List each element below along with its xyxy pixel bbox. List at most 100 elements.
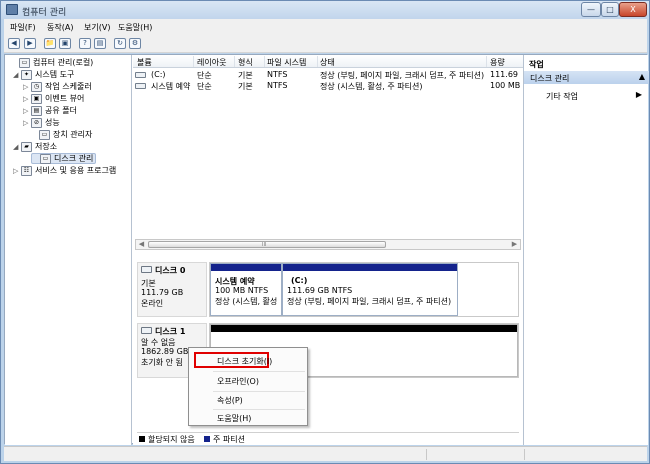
partition-status: 정상 (시스템, 활성 (215, 297, 278, 306)
layout-cell: 단순 (197, 82, 212, 91)
type-cell: 기본 (238, 82, 253, 91)
title-bar[interactable]: 컴퓨터 관리 — □ X (1, 1, 649, 19)
tree-item-storage[interactable]: ◢ ▰ 저장소 (13, 141, 57, 152)
primary-legend: 주 파티션 (213, 435, 245, 444)
drive-icon (135, 83, 146, 89)
scroll-right-icon[interactable]: ▶ (509, 240, 520, 249)
scroll-left-icon[interactable]: ◀ (136, 240, 147, 249)
partition-status: 정상 (부팅, 페이지 파일, 크래시 덤프, 주 파티션) (287, 297, 452, 306)
volume-cell: 시스템 예약 (151, 82, 191, 91)
actions-pane: 작업 디스크 관리 ▲ 기타 작업 ▶ (523, 55, 649, 445)
menu-separator (213, 409, 305, 410)
close-button[interactable]: X (619, 2, 647, 17)
tree-item-disk-management[interactable]: ▭ 디스크 관리 (31, 153, 97, 164)
capacity-cell: 100 MB (490, 81, 521, 90)
system-reserved-partition[interactable]: 시스템 예약 100 MB NTFS 정상 (시스템, 활성 (210, 263, 282, 316)
tree-item-event-viewer[interactable]: ▷ ▣ 이벤트 뷰어 (23, 93, 84, 104)
expand-icon[interactable]: ▷ (23, 83, 31, 91)
tree-item-services-applications[interactable]: ▷ ☷ 서비스 및 응용 프로그램 (13, 165, 116, 176)
actions-title: 작업 (529, 60, 544, 69)
tree-label: 저장소 (35, 142, 58, 151)
file-system-column[interactable]: 파일 시스템 (267, 57, 315, 68)
event-viewer-icon: ▣ (31, 93, 42, 104)
initialize-disk-menu-item[interactable]: 디스크 초기화(I) (217, 356, 272, 367)
back-icon[interactable]: ◀ (8, 38, 20, 49)
navigation-tree: ▭ 컴퓨터 관리(로컬) ◢ ✦ 시스템 도구 ▷ ◷ 작업 스케줄러 ▷ ▣ … (5, 55, 132, 445)
collapse-icon[interactable]: ▲ (639, 72, 645, 81)
tree-label: 작업 스케줄러 (45, 82, 92, 91)
status-divider (426, 449, 427, 460)
layout-column[interactable]: 레이아웃 (197, 57, 231, 68)
expand-icon[interactable]: ▷ (23, 119, 31, 127)
volume-table-header: 볼륨 레이아웃 형식 파일 시스템 상태 용량 (133, 55, 523, 68)
table-row[interactable]: 시스템 예약 단순 기본 NTFS 정상 (시스템, 활성, 주 파티션) 10… (133, 80, 523, 92)
capacity-column[interactable]: 용량 (490, 57, 523, 68)
minimize-button[interactable]: — (581, 2, 601, 17)
console-icon[interactable]: ▣ (59, 38, 71, 49)
collapse-icon[interactable]: ◢ (13, 143, 21, 151)
scroll-thumb[interactable]: III (148, 241, 386, 248)
services-icon: ☷ (21, 165, 32, 176)
drive-icon (135, 72, 146, 78)
expand-icon[interactable]: ▷ (23, 95, 31, 103)
tree-item-performance[interactable]: ▷ ⊘ 성능 (23, 117, 60, 128)
forward-icon[interactable]: ▶ (24, 38, 36, 49)
status-cell: 정상 (시스템, 활성, 주 파티션) (320, 82, 423, 91)
c-drive-partition[interactable]: (C:) 111.69 GB NTFS 정상 (부팅, 페이지 파일, 크래시 … (282, 263, 458, 316)
properties-icon[interactable]: ▤ (94, 38, 106, 49)
menu-bar: 파일(F) 동작(A) 보기(V) 도움말(H) (4, 19, 647, 34)
unallocated-band (211, 325, 517, 332)
menu-view[interactable]: 보기(V) (84, 22, 110, 33)
collapse-icon[interactable]: ◢ (13, 71, 21, 79)
disk-size: 1862.89 GB (141, 347, 189, 356)
context-menu: 디스크 초기화(I) 오프라인(O) 속성(P) 도움말(H) (188, 347, 308, 426)
tree-item-device-manager[interactable]: ▭ 장치 관리자 (31, 129, 92, 140)
menu-help[interactable]: 도움말(H) (118, 22, 152, 33)
disk-management-icon: ▭ (40, 153, 51, 164)
disk-0-partitions: 시스템 예약 100 MB NTFS 정상 (시스템, 활성 (C:) 111.… (209, 262, 519, 317)
primary-partition-band (283, 264, 457, 271)
menu-separator (213, 371, 305, 372)
expand-icon[interactable]: ▷ (23, 107, 31, 115)
more-actions[interactable]: 기타 작업 (546, 91, 578, 102)
disk-0-info[interactable]: 디스크 0 기본 111.79 GB 온라인 (137, 262, 207, 317)
folder-icon[interactable]: 📁 (44, 38, 56, 49)
partition-legend: 할당되지 않음 주 파티션 (137, 432, 519, 444)
settings-icon[interactable]: ⚙ (129, 38, 141, 49)
tree-label: 디스크 관리 (54, 154, 94, 163)
volume-column[interactable]: 볼륨 (137, 57, 191, 68)
help-icon[interactable]: ? (79, 38, 91, 49)
tree-item-computer-management[interactable]: ▭ 컴퓨터 관리(로컬) (11, 57, 93, 68)
refresh-icon[interactable]: ↻ (114, 38, 126, 49)
type-column[interactable]: 형식 (238, 57, 264, 68)
maximize-button[interactable]: □ (601, 2, 619, 17)
properties-menu-item[interactable]: 속성(P) (217, 395, 243, 406)
menu-action[interactable]: 동작(A) (47, 22, 73, 33)
arrow-right-icon[interactable]: ▶ (636, 90, 642, 99)
menu-file[interactable]: 파일(F) (10, 22, 36, 33)
help-menu-item[interactable]: 도움말(H) (217, 413, 251, 424)
computer-icon: ▭ (19, 57, 30, 68)
tree-item-task-scheduler[interactable]: ▷ ◷ 작업 스케줄러 (23, 81, 92, 92)
volume-cell: (C:) (151, 70, 166, 79)
tools-icon: ✦ (21, 69, 32, 80)
horizontal-scrollbar[interactable]: ◀ III ▶ (135, 239, 521, 250)
computer-management-window: 컴퓨터 관리 — □ X 파일(F) 동작(A) 보기(V) 도움말(H) ◀ … (0, 0, 650, 464)
tree-item-shared-folders[interactable]: ▷ ▤ 공유 폴더 (23, 105, 77, 116)
primary-partition-band (211, 264, 281, 271)
disk-state: 초기화 안 됨 (141, 358, 183, 367)
expand-icon[interactable]: ▷ (13, 167, 21, 175)
tree-label: 장치 관리자 (53, 130, 93, 139)
toolbar: ◀ ▶ 📁 ▣ ? ▤ ↻ ⚙ (4, 34, 647, 53)
partition-size: 111.69 GB NTFS (287, 286, 353, 295)
status-divider (524, 449, 525, 460)
unallocated-legend: 할당되지 않음 (148, 435, 195, 444)
tree-item-system-tools[interactable]: ◢ ✦ 시스템 도구 (13, 69, 74, 80)
status-column[interactable]: 상태 (320, 57, 480, 68)
offline-menu-item[interactable]: 오프라인(O) (217, 376, 259, 387)
main-content: ▭ 컴퓨터 관리(로컬) ◢ ✦ 시스템 도구 ▷ ◷ 작업 스케줄러 ▷ ▣ … (4, 54, 649, 445)
file-system-cell: NTFS (267, 81, 288, 90)
partition-title: (C:) (291, 276, 308, 285)
disk-management-action-group[interactable]: 디스크 관리 ▲ (524, 71, 649, 84)
performance-icon: ⊘ (31, 117, 42, 128)
